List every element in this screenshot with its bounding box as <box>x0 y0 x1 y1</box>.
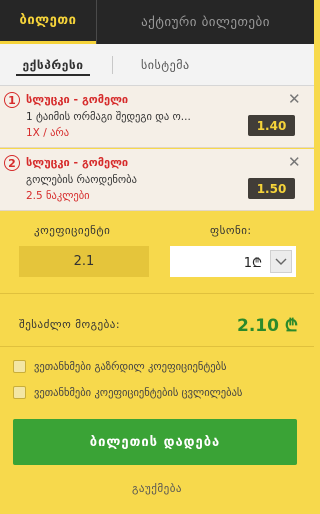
bet-number: 2 <box>4 155 20 171</box>
tab-system[interactable]: სისტემა <box>141 44 190 86</box>
possible-win-value: 2.10 ₾ <box>237 316 298 336</box>
chevron-down-icon[interactable] <box>270 250 292 273</box>
bet-pick: 2.5 ნაკლები <box>26 190 90 202</box>
bet-market: გოლების რაოდენობა <box>26 174 137 186</box>
bet-odds: 1.50 <box>248 178 295 199</box>
bet-number: 1 <box>4 92 20 108</box>
bet-item: 2 სლუცკი - გომელი გოლების რაოდენობა 2.5 … <box>0 149 314 211</box>
divider <box>0 346 314 347</box>
divider <box>112 56 113 74</box>
coefficient-value: 2.1 <box>19 246 149 277</box>
tab-express[interactable]: ექსპრესი <box>16 44 90 86</box>
checkbox[interactable] <box>13 360 26 373</box>
bet-match: სლუცკი - გომელი <box>26 156 129 169</box>
tab-betslip[interactable]: ბილეთი <box>0 0 96 44</box>
top-tabs: ბილეთი აქტიური ბილეთები <box>0 0 314 44</box>
cancel-link[interactable]: გაუქმება <box>0 482 314 495</box>
close-icon[interactable]: ✕ <box>288 90 301 108</box>
bet-pick: 1X / არა <box>26 127 70 139</box>
accept-higher-odds-option[interactable]: ვეთანხმები გაზრდილ კოეფიციენტებს <box>13 360 226 373</box>
accept-odds-changes-option[interactable]: ვეთანხმები კოეფიციენტების ცვლილებას <box>13 386 242 399</box>
bet-type-tabs: ექსპრესი სისტემა <box>0 44 314 86</box>
stake-input[interactable]: 1₾ <box>170 246 296 277</box>
possible-win-label: შესაძლო მოგება: <box>19 318 121 331</box>
stake-value: 1₾ <box>243 255 262 271</box>
checkbox-label: ვეთანხმები გაზრდილ კოეფიციენტებს <box>34 360 227 373</box>
checkbox[interactable] <box>13 386 26 399</box>
bet-match: სლუცკი - გომელი <box>26 93 129 106</box>
place-bet-button[interactable]: ბილეთის დადება <box>13 419 297 465</box>
close-icon[interactable]: ✕ <box>288 153 301 171</box>
divider <box>0 293 314 294</box>
stake-label: ფსონი: <box>210 224 252 237</box>
bet-item: 1 სლუცკი - გომელი 1 ტაიმის ორმაგი შედეგი… <box>0 86 314 148</box>
coefficient-label: კოეფიციენტი <box>34 224 111 237</box>
checkbox-label: ვეთანხმები კოეფიციენტების ცვლილებას <box>34 386 243 399</box>
bet-market: 1 ტაიმის ორმაგი შედეგი და ო... <box>26 111 191 123</box>
bet-odds: 1.40 <box>248 115 295 136</box>
tab-active-bets[interactable]: აქტიური ბილეთები <box>96 0 314 44</box>
